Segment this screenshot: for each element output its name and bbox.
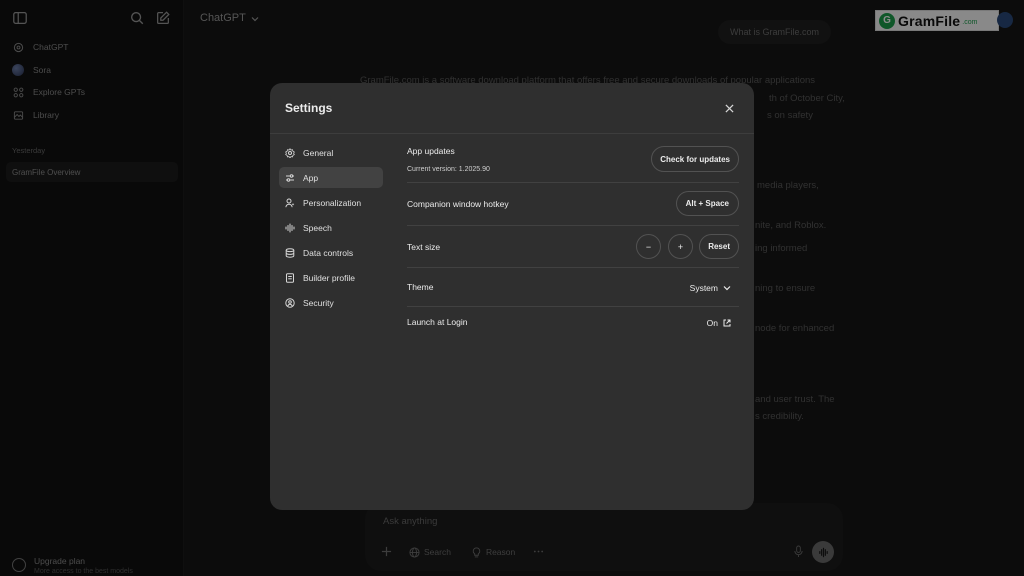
current-version: Current version: 1.2025.90 (407, 166, 490, 173)
id-card-icon (285, 272, 295, 283)
tab-label: Builder profile (303, 272, 355, 283)
text-size-decrease-button[interactable]: − (636, 234, 661, 259)
close-icon[interactable] (722, 101, 736, 115)
launch-at-login-link[interactable]: On (707, 318, 731, 328)
text-size-row: Text size − + Reset (407, 226, 739, 268)
launch-row: Launch at Login On (407, 307, 739, 337)
theme-select[interactable]: System (690, 283, 731, 293)
theme-value: System (689, 283, 718, 293)
waveform-icon (285, 223, 295, 233)
tab-app[interactable]: App (279, 167, 383, 188)
tab-label: Security (303, 297, 334, 308)
check-updates-button[interactable]: Check for updates (651, 146, 739, 172)
settings-nav: General App Personalization Speech Data … (279, 142, 383, 317)
tab-data-controls[interactable]: Data controls (279, 242, 383, 263)
tab-label: General (303, 147, 334, 158)
personalization-icon (285, 198, 295, 208)
settings-content: App updates Current version: 1.2025.90 C… (407, 134, 739, 337)
theme-row: Theme System (407, 268, 739, 307)
tab-speech[interactable]: Speech (279, 217, 383, 238)
app-updates-row: App updates Current version: 1.2025.90 C… (407, 134, 739, 183)
text-size-reset-button[interactable]: Reset (699, 234, 739, 259)
settings-dialog: Settings General App Personalization Spe… (270, 83, 754, 510)
hotkey-button[interactable]: Alt + Space (675, 191, 739, 216)
tab-label: Personalization (303, 197, 362, 208)
tab-builder-profile[interactable]: Builder profile (279, 267, 383, 288)
app-updates-label: App updates (407, 146, 455, 156)
tab-security[interactable]: Security (279, 292, 383, 313)
launch-value: On (706, 318, 718, 328)
tab-label: Data controls (303, 247, 354, 258)
shield-icon (285, 297, 295, 308)
external-link-icon (723, 319, 731, 327)
database-icon (285, 247, 295, 258)
gear-icon (285, 147, 295, 158)
tab-general[interactable]: General (279, 142, 383, 163)
text-size-label: Text size (407, 242, 441, 252)
settings-title: Settings (285, 101, 333, 115)
text-size-increase-button[interactable]: + (668, 234, 693, 259)
theme-label: Theme (407, 282, 434, 292)
tab-label: Speech (303, 222, 332, 233)
chevron-down-icon (723, 284, 731, 292)
hotkey-row: Companion window hotkey Alt + Space (407, 183, 739, 226)
hotkey-label: Companion window hotkey (407, 199, 509, 209)
sliders-icon (285, 173, 295, 183)
tab-label: App (303, 172, 319, 183)
launch-label: Launch at Login (407, 317, 468, 327)
tab-personalization[interactable]: Personalization (279, 192, 383, 213)
